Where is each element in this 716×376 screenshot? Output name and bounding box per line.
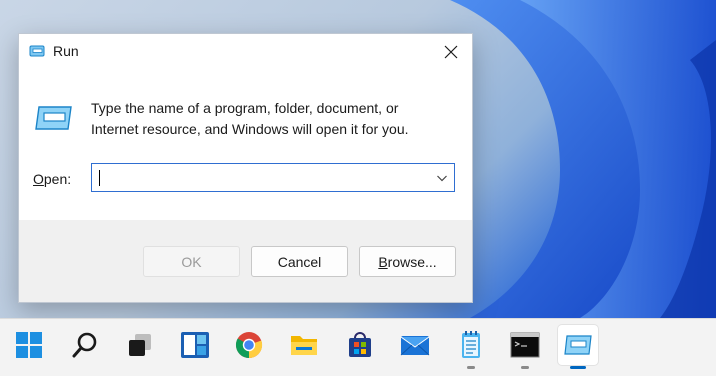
microsoft-store-button[interactable] (340, 325, 380, 365)
close-icon (444, 45, 458, 59)
file-explorer-button[interactable] (284, 325, 324, 365)
search-icon (72, 332, 97, 358)
notepad-button[interactable] (451, 325, 491, 365)
notepad-running-indicator (467, 366, 475, 369)
run-app-icon (29, 45, 45, 57)
mail-button[interactable] (395, 325, 435, 365)
run-taskbar-button[interactable] (558, 325, 598, 365)
task-view-icon (129, 334, 151, 356)
text-caret (99, 170, 100, 186)
open-label: Open: (33, 171, 71, 187)
chrome-button[interactable] (229, 325, 269, 365)
start-icon (16, 332, 42, 358)
mail-icon (400, 336, 430, 356)
search-button[interactable] (65, 325, 105, 365)
notepad-icon (462, 331, 480, 358)
dialog-title: Run (53, 43, 79, 59)
open-label-rest: pen: (43, 171, 72, 187)
command-prompt-icon (510, 332, 540, 358)
run-icon (564, 335, 592, 355)
taskbar (0, 318, 716, 376)
run-active-indicator (570, 366, 586, 369)
ok-button[interactable]: OK (143, 246, 240, 277)
open-input[interactable] (98, 168, 428, 187)
run-large-icon (35, 106, 72, 130)
microsoft-store-icon (349, 332, 371, 357)
file-explorer-icon (291, 336, 317, 355)
widgets-icon (181, 332, 209, 358)
command-prompt-running-indicator (521, 366, 529, 369)
title-bar[interactable]: Run (19, 34, 472, 70)
close-button[interactable] (430, 34, 472, 70)
dialog-description: Type the name of a program, folder, docu… (91, 98, 451, 140)
browse-mnemonic: B (378, 253, 388, 270)
start-button[interactable] (9, 325, 49, 365)
description-line-1: Type the name of a program, folder, docu… (91, 100, 399, 116)
chrome-icon (235, 332, 263, 359)
browse-rest: rowse... (387, 253, 437, 270)
open-label-mnemonic: O (33, 171, 44, 187)
run-dialog: Run Type the name of a program, folder, … (18, 33, 473, 303)
chevron-down-icon[interactable] (436, 173, 448, 183)
dialog-footer: OK Cancel Browse... (19, 220, 472, 302)
widgets-button[interactable] (175, 325, 215, 365)
browse-button[interactable]: Browse... (359, 246, 456, 277)
command-prompt-button[interactable] (505, 325, 545, 365)
cancel-button[interactable]: Cancel (251, 246, 348, 277)
description-line-2: Internet resource, and Windows will open… (91, 121, 409, 137)
open-combobox[interactable] (91, 163, 455, 192)
task-view-button[interactable] (120, 325, 160, 365)
